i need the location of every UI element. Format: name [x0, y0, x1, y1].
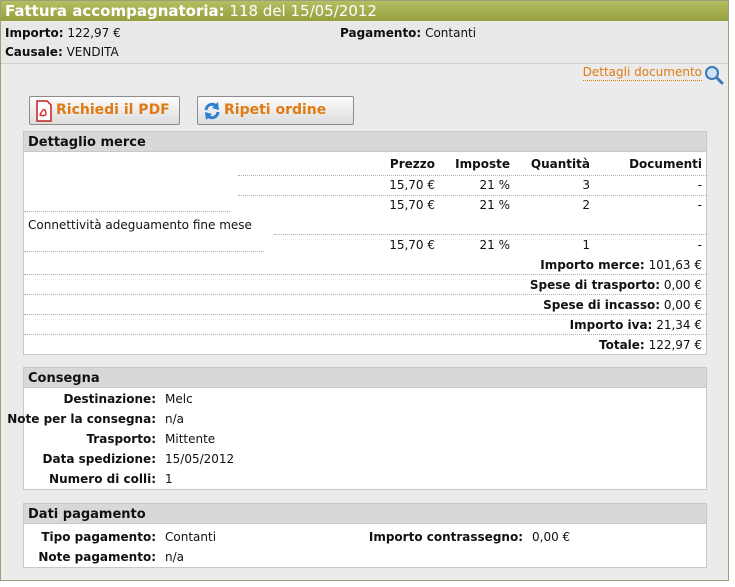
total-totale: Totale: 122,97 €	[599, 338, 702, 352]
row2-imposte: 21 %	[479, 198, 511, 212]
importo-contrassegno-label: Importo contrassegno:	[368, 530, 523, 544]
row1-imposte: 21 %	[479, 178, 511, 192]
pagamento-section: Dati pagamento Tipo pagamento: Contanti …	[23, 503, 707, 568]
row2-quantita: 2	[582, 198, 590, 212]
row-divider	[274, 234, 706, 235]
causale-value: VENDITA	[66, 45, 119, 59]
pagamento-field: Pagamento: Contanti	[340, 26, 476, 40]
request-pdf-button[interactable]: Richiedi il PDF	[29, 96, 180, 125]
total-spese-incasso: Spese di incasso: 0,00 €	[543, 298, 702, 312]
pagamento-label: Pagamento:	[340, 26, 422, 40]
total-value: 101,63 €	[648, 258, 702, 272]
importo-contrassegno-value: 0,00 €	[532, 530, 571, 544]
note-consegna-value: n/a	[165, 412, 185, 426]
title-label: Fattura accompagnatoria:	[5, 2, 225, 20]
refresh-icon	[204, 102, 220, 120]
row-divider	[24, 211, 230, 212]
title-value: 118 del 15/05/2012	[229, 2, 377, 20]
details-link[interactable]: Dettagli documento	[582, 65, 702, 81]
row-divider	[24, 251, 264, 252]
column-header-quantita: Quantità	[530, 157, 590, 171]
repeat-order-label: Ripeti ordine	[224, 102, 327, 118]
total-value: 122,97 €	[648, 338, 702, 352]
row2-documenti: -	[697, 198, 702, 212]
total-divider	[24, 274, 706, 275]
magnifier-icon[interactable]	[704, 65, 724, 85]
info-bar: Importo: 122,97 € Pagamento: Contanti Ca…	[1, 23, 728, 64]
row3-quantita: 1	[582, 238, 590, 252]
note-consegna-label: Note per la consegna:	[7, 412, 156, 426]
total-label: Spese di trasporto:	[529, 278, 660, 292]
column-header-prezzo: Prezzo	[389, 157, 435, 171]
total-importo-merce: Importo merce: 101,63 €	[540, 258, 702, 272]
merce-section: Dettaglio merce Prezzo Imposte Quantità …	[23, 131, 707, 355]
causale-label: Causale:	[5, 45, 63, 59]
column-header-imposte: Imposte	[455, 157, 510, 171]
total-label: Importo merce:	[540, 258, 645, 272]
causale-field: Causale: VENDITA	[5, 45, 119, 59]
total-value: 0,00 €	[663, 278, 702, 292]
row-divider	[238, 175, 706, 176]
total-spese-trasporto: Spese di trasporto: 0,00 €	[530, 278, 702, 292]
row1-quantita: 3	[582, 178, 590, 192]
consegna-section: Consegna Destinazione: Melc Note per la …	[7, 367, 707, 490]
row-divider	[238, 195, 706, 196]
trasporto-value: Mittente	[165, 432, 216, 446]
consegna-title: Consegna	[23, 367, 707, 388]
merce-table: Prezzo Imposte Quantità Documenti 15,70 …	[23, 152, 707, 355]
pdf-icon	[36, 100, 52, 122]
total-label: Spese di incasso:	[543, 298, 660, 312]
data-spedizione-label: Data spedizione:	[42, 452, 156, 466]
pagamento-body: Tipo pagamento: Contanti Importo contras…	[23, 524, 707, 568]
pagamento-value: Contanti	[425, 26, 477, 40]
title-bar: Fattura accompagnatoria: 118 del 15/05/2…	[1, 1, 728, 21]
tipo-pagamento-label: Tipo pagamento:	[41, 530, 156, 544]
consegna-body: Destinazione: Melc Note per la consegna:…	[7, 388, 707, 490]
total-divider	[24, 314, 706, 315]
total-label: Importo iva:	[569, 318, 653, 332]
numero-colli-value: 1	[165, 472, 173, 486]
importo-field: Importo: 122,97 €	[5, 26, 121, 40]
destinazione-value: Melc	[165, 392, 193, 406]
total-divider	[24, 294, 706, 295]
request-pdf-label: Richiedi il PDF	[56, 102, 170, 118]
repeat-order-button[interactable]: Ripeti ordine	[197, 96, 354, 125]
tipo-pagamento-value: Contanti	[165, 530, 217, 544]
total-importo-iva: Importo iva: 21,34 €	[570, 318, 702, 332]
row3-prezzo: 15,70 €	[389, 238, 435, 252]
row3-imposte: 21 %	[479, 238, 511, 252]
data-spedizione-value: 15/05/2012	[165, 452, 235, 466]
row3-documenti: -	[697, 238, 702, 252]
invoice-window: Fattura accompagnatoria: 118 del 15/05/2…	[0, 0, 729, 581]
merce-title: Dettaglio merce	[23, 131, 707, 152]
total-label: Totale:	[599, 338, 645, 352]
row1-documenti: -	[697, 178, 702, 192]
row1-prezzo: 15,70 €	[389, 178, 435, 192]
destinazione-label: Destinazione:	[63, 392, 156, 406]
row3-description: Connettività adeguamento fine mese	[28, 218, 252, 232]
total-value: 0,00 €	[663, 298, 702, 312]
importo-value: 122,97 €	[67, 26, 121, 40]
importo-label: Importo:	[5, 26, 64, 40]
trasporto-label: Trasporto:	[86, 432, 156, 446]
numero-colli-label: Numero di colli:	[49, 472, 156, 486]
note-pagamento-value: n/a	[165, 550, 185, 564]
note-pagamento-label: Note pagamento:	[38, 550, 156, 564]
total-value: 21,34 €	[656, 318, 702, 332]
pagamento-title: Dati pagamento	[23, 503, 707, 524]
row2-prezzo: 15,70 €	[389, 198, 435, 212]
column-header-documenti: Documenti	[629, 157, 702, 171]
total-divider	[24, 334, 706, 335]
